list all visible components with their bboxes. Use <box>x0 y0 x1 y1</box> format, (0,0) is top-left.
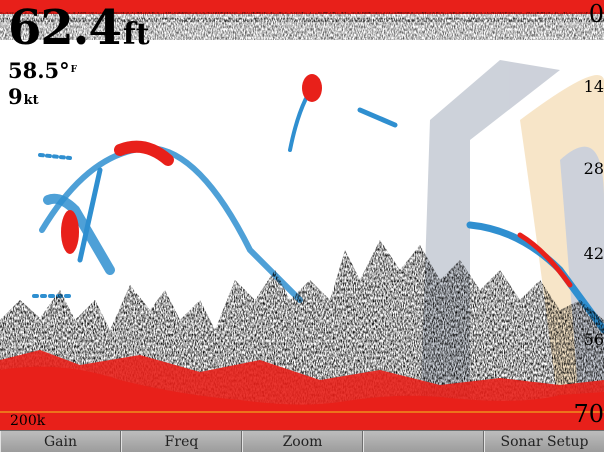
depth-scale-mark-42: 42 <box>583 246 604 262</box>
depth-scale-mark-14: 14 <box>583 79 604 95</box>
sonar-screen: 62.4ft 58.5°F 9kt 0 14 28 42 56 70 200k … <box>0 0 604 452</box>
speed-unit: kt <box>23 93 39 108</box>
speed-value: 9 <box>8 84 23 109</box>
water-temperature-value: 58.5° <box>8 58 70 83</box>
speed-readout: 9kt <box>8 86 39 107</box>
depth-scale-mark-56: 56 <box>583 332 604 348</box>
depth-value: 62.4 <box>8 0 122 56</box>
frequency-label: 200k <box>10 413 46 429</box>
zoom-softkey[interactable]: Zoom <box>242 431 363 452</box>
blank-softkey[interactable] <box>363 431 484 452</box>
water-temperature-unit: F <box>70 64 78 75</box>
depth-scale-bottom: 70 <box>573 402 604 426</box>
sonar-setup-softkey[interactable]: Sonar Setup <box>484 431 604 452</box>
depth-scale-top: 0 <box>588 2 604 26</box>
depth-scale-mark-28: 28 <box>583 161 604 177</box>
freq-softkey[interactable]: Freq <box>121 431 242 452</box>
water-temperature-readout: 58.5°F <box>8 60 77 81</box>
depth-readout: 62.4ft <box>8 4 150 52</box>
sonar-display <box>0 0 604 430</box>
softkey-bar: Gain Freq Zoom Sonar Setup <box>0 430 604 452</box>
depth-unit: ft <box>122 17 150 52</box>
gain-softkey[interactable]: Gain <box>0 431 121 452</box>
